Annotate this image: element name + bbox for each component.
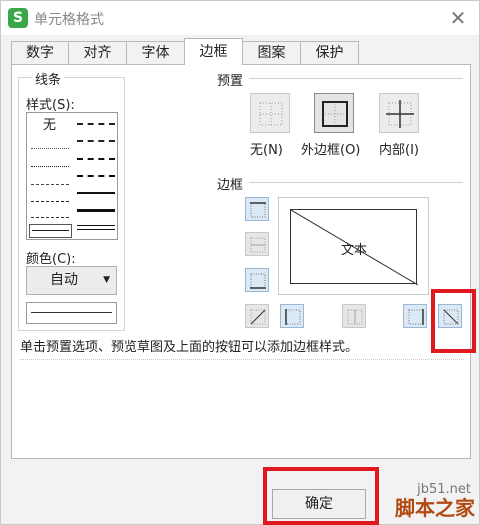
border-left-button[interactable] <box>280 304 304 328</box>
line-style-thick[interactable] <box>77 209 115 212</box>
cell-format-dialog: S 单元格格式 ✕ 数字 对齐 字体 边框 图案 保护 线条 样式(S): 无 <box>0 0 480 525</box>
border-right-button[interactable] <box>403 304 427 328</box>
line-style-medium-dashed[interactable] <box>77 175 115 177</box>
border-diagonal-up-button[interactable] <box>245 304 269 328</box>
border-section-label: 边框 <box>217 178 244 193</box>
line-style-dash-dot[interactable] <box>31 201 69 202</box>
border-inside-horizontal-button[interactable] <box>245 232 269 256</box>
border-preview[interactable]: 文本 <box>278 197 429 295</box>
preset-outline-label: 外边框(O) <box>301 143 361 158</box>
line-style-list[interactable]: 无 <box>26 112 118 240</box>
border-top-icon <box>250 202 266 218</box>
help-hint-text: 单击预置选项、预览草图及上面的按钮可以添加边框样式。 <box>20 340 359 355</box>
preset-none-label: 无(N) <box>250 143 283 158</box>
border-preview-text: 文本 <box>341 243 368 258</box>
watermark: jb51.net 脚本之家 <box>349 476 479 524</box>
tab-alignment[interactable]: 对齐 <box>68 41 127 65</box>
border-bottom-button[interactable] <box>245 268 269 292</box>
line-style-none[interactable]: 无 <box>43 114 56 133</box>
app-logo-icon: S <box>8 8 28 28</box>
line-color-label: 颜色(C): <box>26 252 76 267</box>
line-style-hairline[interactable] <box>31 148 69 149</box>
border-tab-panel: 线条 样式(S): 无 颜色(C): 自动 ▼ 预置 无(N) 外边框(O) 内… <box>11 64 471 459</box>
diagonal-up-icon <box>250 309 266 325</box>
border-right-icon <box>408 309 424 325</box>
preset-inside-icon <box>386 100 414 128</box>
border-inside-horizontal-icon <box>250 237 266 253</box>
line-style-label: 样式(S): <box>26 98 75 113</box>
line-group-label: 线条 <box>32 69 65 88</box>
title-bar: S 单元格格式 ✕ <box>1 1 479 35</box>
highlight-diagonal-button <box>431 289 476 353</box>
presets-divider <box>249 78 463 79</box>
preset-none-icon <box>259 102 283 126</box>
border-left-icon <box>285 309 301 325</box>
watermark-name: 脚本之家 <box>395 496 475 520</box>
line-style-medium-dash-dot-dot[interactable] <box>77 123 115 125</box>
caret-down-icon: ▼ <box>103 275 110 285</box>
preset-inside-label: 内部(I) <box>379 143 419 158</box>
line-style-preview <box>26 302 117 324</box>
line-color-dropdown[interactable]: 自动 ▼ <box>26 266 117 295</box>
preset-outline-icon <box>322 101 348 127</box>
preset-none-button[interactable] <box>250 93 290 133</box>
tab-font[interactable]: 字体 <box>126 41 185 65</box>
hint-divider <box>20 359 464 360</box>
dialog-title: 单元格格式 <box>34 12 104 28</box>
line-style-dotted[interactable] <box>31 166 69 167</box>
border-preview-cell[interactable]: 文本 <box>290 209 418 285</box>
line-style-double[interactable] <box>77 225 115 230</box>
border-top-button[interactable] <box>245 197 269 221</box>
border-inside-vertical-button[interactable] <box>342 304 366 328</box>
border-bottom-icon <box>250 273 266 289</box>
border-inside-vertical-icon <box>347 309 363 325</box>
line-style-slanted-dash-dot[interactable] <box>77 140 115 142</box>
close-button[interactable]: ✕ <box>447 7 469 29</box>
line-style-dash-dot-dot[interactable] <box>31 184 69 185</box>
tab-pattern[interactable]: 图案 <box>242 41 301 65</box>
line-style-medium-dash-dot[interactable] <box>77 158 115 160</box>
line-style-medium[interactable] <box>77 192 115 194</box>
tab-protection[interactable]: 保护 <box>300 41 359 65</box>
line-color-value: 自动 <box>50 272 78 288</box>
tab-border[interactable]: 边框 <box>184 38 243 65</box>
line-style-selected-thin[interactable] <box>29 224 72 238</box>
tab-bar: 数字 对齐 字体 边框 图案 保护 <box>11 38 359 65</box>
tab-number[interactable]: 数字 <box>11 41 69 65</box>
preset-inside-button[interactable] <box>379 93 419 133</box>
border-divider <box>249 182 463 183</box>
line-style-short-dash[interactable] <box>31 217 69 218</box>
presets-section-label: 预置 <box>217 74 244 89</box>
preset-outline-button[interactable] <box>314 93 354 133</box>
